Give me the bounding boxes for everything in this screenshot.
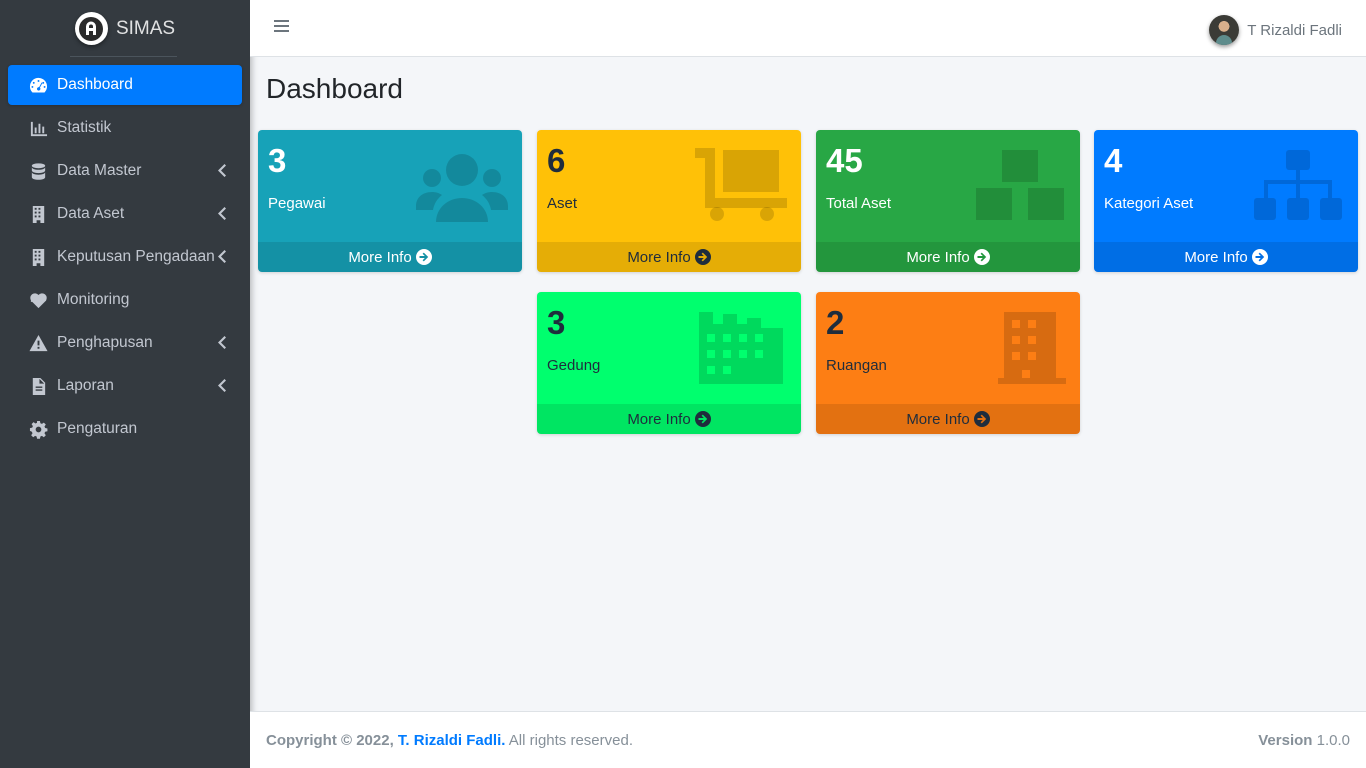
card-value: 4 [1104, 142, 1123, 179]
sidebar-item-laporan[interactable]: Laporan [8, 366, 242, 406]
gear-icon [28, 419, 48, 439]
sidebar-item-label: Penghapusan [57, 334, 153, 351]
card-gedung: 3 Gedung More Info [537, 292, 801, 434]
industry-icon [695, 310, 787, 384]
sidebar-item-dashboard[interactable]: Dashboard [8, 65, 242, 105]
sidebar-item-label: Data Aset [57, 205, 125, 222]
more-info-link[interactable]: More Info [537, 404, 801, 434]
sidebar-nav: Dashboard Statistik Data Master Data Ase… [0, 57, 250, 449]
page-title: Dashboard [266, 73, 403, 104]
more-info-link[interactable]: More Info [537, 242, 801, 272]
author-link[interactable]: T. Rizaldi Fadli. [398, 732, 506, 749]
sidebar-item-label: Pengaturan [57, 420, 138, 437]
user-menu[interactable]: T Rizaldi Fadli [1209, 15, 1342, 45]
copyright-prefix: Copyright © 2022, [266, 731, 394, 749]
rights-text: All rights reserved. [508, 731, 633, 749]
chevron-left-icon [218, 207, 226, 220]
sidebar-item-data-master[interactable]: Data Master [8, 151, 242, 191]
building-icon [28, 204, 48, 224]
sidebar-item-statistik[interactable]: Statistik [8, 108, 242, 148]
card-label: Total Aset [826, 195, 892, 212]
building-icon [974, 310, 1066, 384]
more-info-label: More Info [627, 410, 691, 428]
card-label: Ruangan [826, 357, 887, 374]
card-label: Kategori Aset [1104, 195, 1194, 212]
chart-bar-icon [28, 118, 48, 138]
more-info-link[interactable]: More Info [1094, 242, 1358, 272]
card-label: Pegawai [268, 195, 326, 212]
more-info-label: More Info [906, 248, 970, 266]
version: Version 1.0.0 [1258, 732, 1350, 749]
brand-name: SIMAS [115, 17, 176, 39]
arrow-circle-right-icon [973, 411, 990, 427]
card-label: Aset [547, 195, 578, 212]
card-value: 2 [826, 304, 845, 341]
warning-icon [28, 333, 48, 353]
brand-link[interactable]: SIMAS [0, 0, 250, 57]
sidebar-item-penghapusan[interactable]: Penghapusan [8, 323, 242, 363]
user-name: T Rizaldi Fadli [1247, 21, 1342, 39]
more-info-label: More Info [906, 410, 970, 428]
top-navbar: T Rizaldi Fadli [250, 0, 1366, 57]
more-info-label: More Info [1184, 248, 1248, 266]
database-icon [28, 161, 48, 181]
card-label: Gedung [547, 357, 601, 374]
heartbeat-icon [28, 290, 48, 310]
sidebar-item-monitoring[interactable]: Monitoring [8, 280, 242, 320]
page-footer: Copyright © 2022, T. Rizaldi Fadli. All … [250, 711, 1366, 768]
tachometer-icon [28, 75, 48, 95]
arrow-circle-right-icon [1251, 249, 1268, 265]
card-value: 6 [547, 142, 566, 179]
card-total-aset: 45 Total Aset More Info [816, 130, 1080, 272]
building-icon [28, 247, 48, 267]
chevron-left-icon [218, 164, 226, 177]
menu-toggle-icon[interactable] [274, 20, 289, 34]
card-value: 3 [268, 142, 287, 179]
avatar [1209, 15, 1240, 45]
users-icon [416, 148, 508, 222]
sidebar: SIMAS Dashboard Statistik Data Master Da… [0, 0, 250, 768]
dolly-icon [695, 148, 787, 222]
sidebar-item-keputusan-pengadaan[interactable]: Keputusan Pengadaan [8, 237, 242, 277]
boxes-icon [974, 148, 1066, 222]
more-info-label: More Info [348, 248, 412, 266]
card-ruangan: 2 Ruangan More Info [816, 292, 1080, 434]
more-info-label: More Info [627, 248, 691, 266]
more-info-link[interactable]: More Info [816, 242, 1080, 272]
card-pegawai: 3 Pegawai More Info [258, 130, 522, 272]
version-value: 1.0.0 [1316, 731, 1350, 749]
sidebar-item-label: Dashboard [57, 76, 133, 93]
file-icon [28, 376, 48, 396]
chevron-left-icon [218, 250, 226, 263]
arrow-circle-right-icon [694, 411, 711, 427]
sitemap-icon [1252, 148, 1344, 222]
copyright: Copyright © 2022, T. Rizaldi Fadli. All … [266, 732, 633, 749]
sidebar-item-label: Statistik [57, 119, 112, 136]
sidebar-item-label: Monitoring [57, 291, 130, 308]
arrow-circle-right-icon [415, 249, 432, 265]
more-info-link[interactable]: More Info [816, 404, 1080, 434]
sidebar-item-label: Keputusan Pengadaan [57, 248, 215, 265]
chevron-left-icon [218, 336, 226, 349]
sidebar-item-label: Laporan [57, 377, 114, 394]
card-value: 45 [826, 142, 863, 179]
sidebar-item-label: Data Master [57, 162, 142, 179]
brand-logo-icon [74, 12, 108, 45]
more-info-link[interactable]: More Info [258, 242, 522, 272]
chevron-left-icon [218, 379, 226, 392]
sidebar-item-pengaturan[interactable]: Pengaturan [8, 409, 242, 449]
version-label: Version [1258, 731, 1313, 749]
sidebar-item-data-aset[interactable]: Data Aset [8, 194, 242, 234]
arrow-circle-right-icon [973, 249, 990, 265]
card-aset: 6 Aset More Info [537, 130, 801, 272]
arrow-circle-right-icon [694, 249, 711, 265]
card-kategori-aset: 4 Kategori Aset More Info [1094, 130, 1358, 272]
card-value: 3 [547, 304, 566, 341]
